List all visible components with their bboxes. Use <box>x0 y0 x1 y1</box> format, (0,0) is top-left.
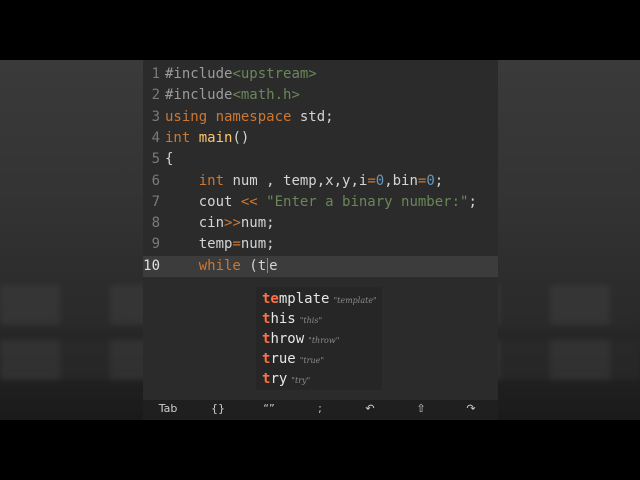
suggestion-rest: his <box>270 311 296 327</box>
code-text: int num , temp,x,y,i=0,bin=0; <box>165 171 444 192</box>
code-text: int main() <box>165 128 249 149</box>
code-line[interactable]: 4 int main() <box>143 128 498 149</box>
code-token: ; <box>468 193 477 210</box>
code-line[interactable]: 9 temp=num; <box>143 234 498 255</box>
code-token: = <box>232 236 241 253</box>
suggestion-item[interactable]: throw "throw" <box>262 328 339 348</box>
line-number: 4 <box>151 129 160 146</box>
suggestion-hint: "try" <box>291 376 311 385</box>
code-token: cout <box>165 193 241 210</box>
code-token: 0 <box>375 172 385 189</box>
suggestion-item[interactable]: template "template" <box>262 288 377 308</box>
code-token: { <box>165 151 174 168</box>
line-number: 10 <box>143 257 160 274</box>
code-line[interactable]: 3 using namespace std; <box>143 107 498 128</box>
code-line[interactable]: 10 while (t e <box>143 255 498 277</box>
code-token: = <box>367 172 376 189</box>
editor-toolbar: Tab {} “” ; ↶ ⇧ ↷ <box>143 400 498 420</box>
line-number: 2 <box>151 87 160 104</box>
code-token: "Enter a binary number:" <box>266 193 469 210</box>
code-token: using namespace <box>165 108 292 125</box>
code-text: temp=num; <box>165 234 275 255</box>
code-token: << <box>240 193 258 210</box>
code-token: >> <box>224 215 241 232</box>
code-token: #include <box>165 66 233 82</box>
code-token: while <box>198 257 241 274</box>
line-number: 7 <box>151 193 160 210</box>
shift-icon[interactable]: ⇧ <box>401 402 441 415</box>
suggestion-hint: "template" <box>333 296 377 305</box>
quotes-button[interactable]: “” <box>249 402 289 415</box>
code-token: std; <box>291 108 334 125</box>
code-token: #include <box>165 87 233 104</box>
code-token: <math.h> <box>232 87 300 104</box>
line-number: 6 <box>151 172 160 189</box>
code-line[interactable]: 6 int num , temp,x,y,i=0,bin=0; <box>143 171 498 192</box>
code-text: #include<upstream> <box>165 64 317 85</box>
suggestion-item[interactable]: this "this" <box>262 308 322 328</box>
code-token: int <box>198 172 225 189</box>
code-text: #include<math.h> <box>165 85 300 106</box>
code-token: num; <box>240 236 275 253</box>
suggestion-keyword: this <box>262 311 296 327</box>
code-token: temp <box>165 236 233 253</box>
code-text: using namespace std; <box>165 107 334 128</box>
suggestion-keyword: try <box>262 371 287 387</box>
suggestion-keyword: true <box>262 351 296 367</box>
suggestion-rest: ry <box>270 371 288 387</box>
suggestion-rest: mplate <box>278 291 330 307</box>
code-token: num; <box>240 215 275 232</box>
suggestion-keyword: throw <box>262 331 304 347</box>
code-token: num , temp,x,y,i <box>224 172 368 189</box>
code-token: 0 <box>426 172 435 189</box>
suggestion-item[interactable]: try "try" <box>262 368 310 388</box>
code-line[interactable]: 2 #include<math.h> <box>143 85 498 106</box>
suggestion-hint: "throw" <box>308 336 340 345</box>
code-text: { <box>165 149 173 170</box>
suggestion-rest: hrow <box>270 331 305 347</box>
code-token: ; <box>434 172 444 189</box>
code-text: cin>>num; <box>165 213 275 234</box>
code-token: int <box>165 129 191 146</box>
line-number: 5 <box>151 151 160 168</box>
suggestion-hint: "this" <box>299 316 323 325</box>
line-number: 1 <box>151 66 160 82</box>
code-line[interactable]: 5{ <box>143 149 498 170</box>
code-token: (t <box>240 257 267 274</box>
code-text: while (t e <box>165 256 278 277</box>
code-token: () <box>232 129 250 146</box>
braces-button[interactable]: {} <box>198 402 238 415</box>
autocomplete-popup: template "template" this "this" throw "throw"… <box>256 287 382 390</box>
code-line[interactable]: 7 cout << "Enter a binary number:"; <box>143 192 498 213</box>
undo-icon[interactable]: ↶ <box>350 402 390 415</box>
code-token: <upstream> <box>232 66 317 82</box>
suggestion-rest: rue <box>270 351 296 367</box>
tab-key-button[interactable]: Tab <box>148 402 188 415</box>
code-token: e <box>269 257 278 274</box>
code-line[interactable]: 1 #include<upstream> <box>143 64 498 85</box>
suggestion-item[interactable]: true "true" <box>262 348 324 368</box>
code-token: cin <box>165 215 225 232</box>
suggestion-match: te <box>262 291 279 307</box>
suggestion-keyword: template <box>262 291 329 307</box>
redo-icon[interactable]: ↷ <box>451 402 491 415</box>
semicolon-button[interactable]: ; <box>300 402 340 415</box>
suggestion-hint: "true" <box>299 356 325 365</box>
code-line[interactable]: 8 cin>>num; <box>143 213 498 234</box>
line-number: 8 <box>151 215 160 232</box>
code-token: ,bin <box>384 172 418 189</box>
line-number: 9 <box>151 236 160 253</box>
code-token: main <box>198 129 233 146</box>
code-text: cout << "Enter a binary number:"; <box>165 192 477 213</box>
line-number: 3 <box>151 108 160 125</box>
